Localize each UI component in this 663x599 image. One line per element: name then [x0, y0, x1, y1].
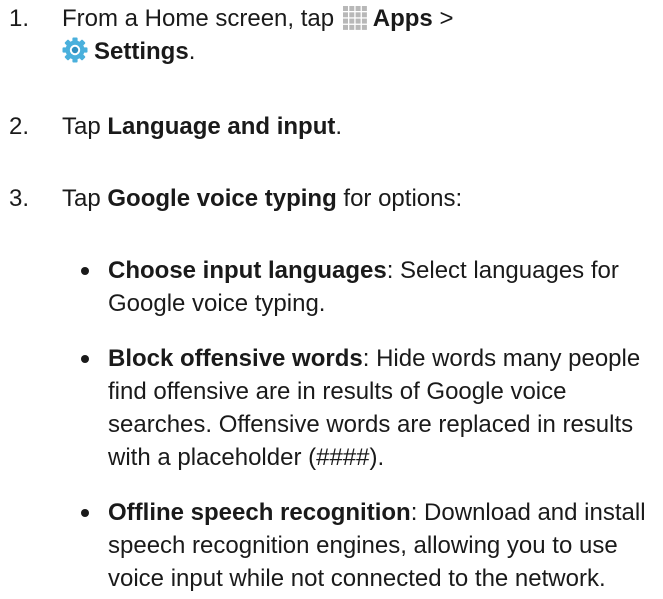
step-prefix: Tap — [62, 113, 108, 140]
step-suffix: for options: — [336, 185, 463, 212]
step-suffix: . — [335, 113, 343, 140]
option-offline-speech-recognition: Offline speech recognition: Download and… — [62, 496, 658, 595]
google-voice-typing-label: Google voice typing — [107, 185, 337, 212]
step-number: 1. — [9, 5, 30, 32]
step-2: 2. Tap Language and input. — [0, 110, 663, 143]
settings-label: Settings — [94, 38, 189, 65]
option-choose-input-languages: Choose input languages: Select languages… — [62, 254, 658, 320]
settings-gear-icon — [62, 37, 88, 63]
bullet — [81, 509, 89, 517]
apps-grid-icon — [342, 6, 367, 30]
bullet — [81, 267, 89, 275]
step-prefix: Tap — [62, 185, 108, 212]
option-title: Offline speech recognition — [108, 499, 411, 526]
option-title: Choose input languages — [108, 257, 387, 284]
step-text: From a Home screen, tap — [62, 5, 335, 32]
step-suffix: . — [188, 38, 196, 65]
language-and-input-label: Language and input — [107, 113, 336, 140]
option-title: Block offensive words — [108, 345, 363, 372]
bullet — [81, 355, 89, 363]
step-1: 1. From a Home screen, tap Apps > Settin… — [0, 2, 663, 68]
step-number: 3. — [9, 185, 30, 212]
apps-label: Apps — [372, 5, 433, 32]
separator: > — [432, 5, 454, 32]
step-3: 3. Tap Google voice typing for options: — [0, 182, 663, 215]
step-number: 2. — [9, 113, 30, 140]
option-block-offensive-words: Block offensive words: Hide words many p… — [62, 342, 658, 474]
options-list: Choose input languages: Select languages… — [62, 254, 658, 595]
